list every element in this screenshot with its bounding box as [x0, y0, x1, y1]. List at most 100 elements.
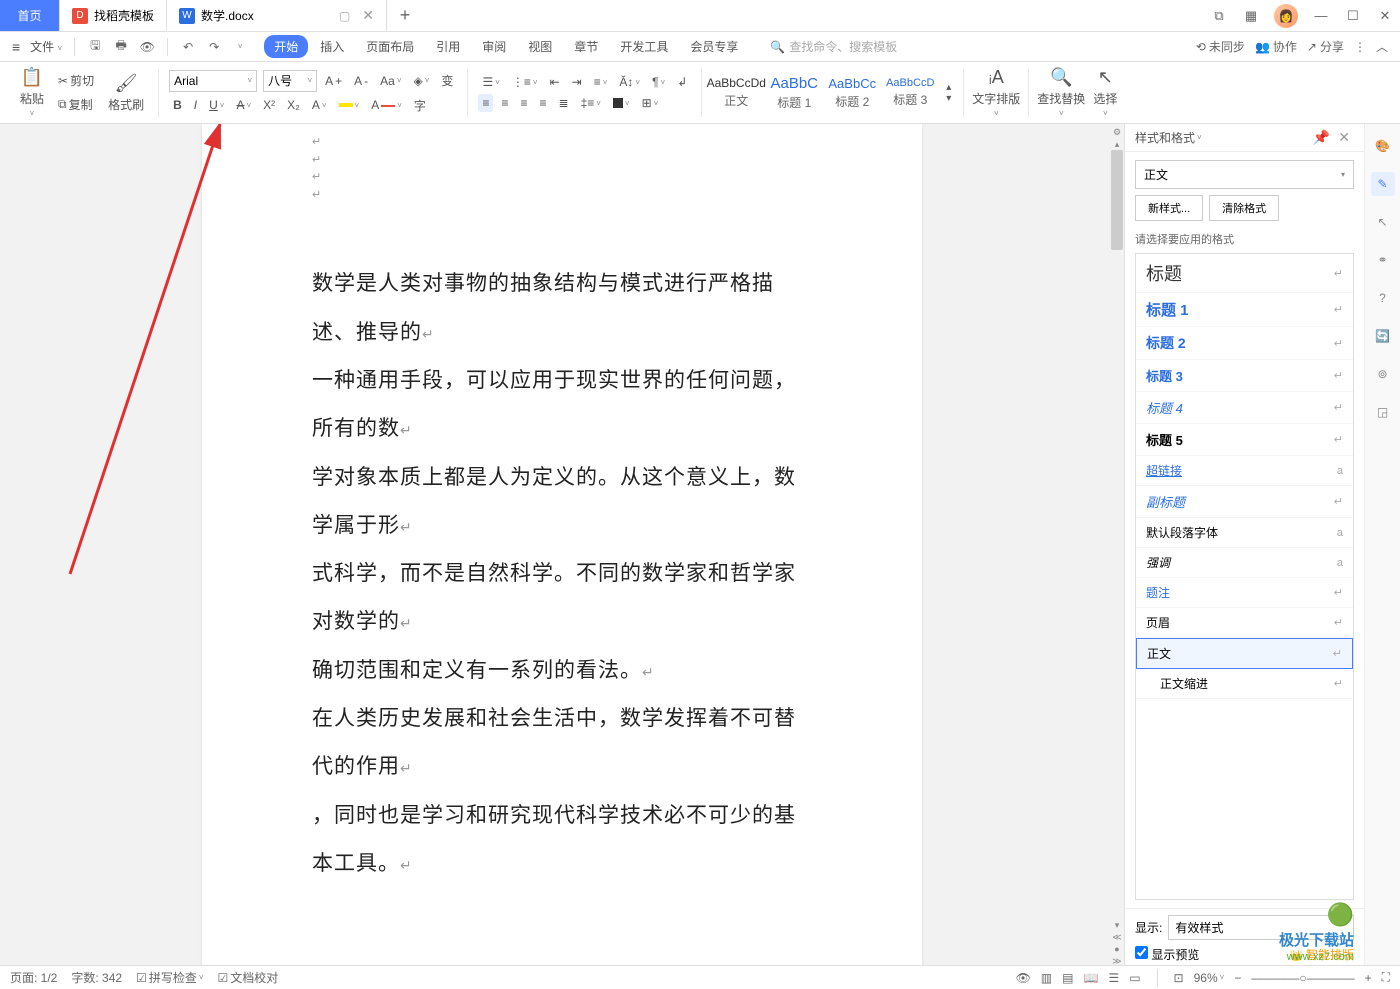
highlight-icon[interactable]: ˅: [335, 99, 364, 112]
ribbon-tab-review[interactable]: 审阅: [472, 35, 516, 58]
current-style-select[interactable]: 正文▾: [1135, 160, 1354, 189]
page-width-icon[interactable]: ⊡: [1174, 971, 1184, 985]
scroll-down-icon[interactable]: ▾: [1111, 919, 1123, 931]
strike-icon[interactable]: A˅: [232, 96, 255, 114]
style-list-item[interactable]: 标题 4↵: [1136, 392, 1353, 424]
clear-format-icon[interactable]: ◈˅: [410, 72, 434, 90]
reading-mode-icon[interactable]: ▥: [1041, 971, 1052, 985]
rail-assets-icon[interactable]: ◲: [1371, 400, 1395, 424]
ribbon-tab-layout[interactable]: 页面布局: [356, 35, 424, 58]
style-list-item[interactable]: 题注↵: [1136, 578, 1353, 608]
ribbon-tab-view[interactable]: 视图: [518, 35, 562, 58]
underline-icon[interactable]: U˅: [205, 96, 228, 114]
undo-icon[interactable]: ↶: [176, 36, 200, 58]
paste-button[interactable]: 📋粘贴˅: [16, 67, 48, 118]
style-list-item[interactable]: 正文缩进↵: [1136, 669, 1353, 699]
select-button[interactable]: ↖选择˅: [1089, 67, 1121, 118]
collapse-ribbon-icon[interactable]: ︿: [1376, 38, 1388, 55]
style-h3[interactable]: AaBbCcD标题 3: [884, 71, 936, 115]
scroll-settings-icon[interactable]: ⚙: [1111, 126, 1123, 138]
tab-close-icon[interactable]: ✕: [362, 7, 374, 24]
avatar[interactable]: 👩: [1274, 4, 1298, 28]
rail-translate-icon[interactable]: 🔄: [1371, 324, 1395, 348]
eye-icon[interactable]: 👁: [1016, 971, 1031, 985]
outline-icon[interactable]: ☰: [1108, 971, 1119, 985]
tab-home[interactable]: 首页: [0, 0, 60, 31]
scroll-thumb[interactable]: [1111, 150, 1123, 250]
ribbon-tab-devtools[interactable]: 开发工具: [610, 35, 678, 58]
ribbon-tab-section[interactable]: 章节: [564, 35, 608, 58]
borders-icon[interactable]: ⊞˅: [638, 94, 663, 112]
minimize-button[interactable]: —: [1306, 2, 1336, 30]
style-list-item[interactable]: 副标题↵: [1136, 486, 1353, 518]
dec-indent-icon[interactable]: ⇤: [546, 73, 564, 91]
char-border-icon[interactable]: 字: [410, 95, 430, 116]
style-h1[interactable]: AaBbC标题 1: [768, 71, 820, 115]
bullets-icon[interactable]: ☰˅: [478, 73, 503, 91]
more-undo-icon[interactable]: ˅: [228, 36, 252, 58]
style-list-item[interactable]: 默认段落字体a: [1136, 518, 1353, 548]
pin-icon[interactable]: 📌: [1309, 129, 1334, 146]
style-list-item[interactable]: 超链接a: [1136, 456, 1353, 486]
subscript-icon[interactable]: X₂: [283, 96, 304, 114]
font-color-icon[interactable]: A˅: [367, 96, 406, 114]
italic-icon[interactable]: I: [190, 96, 201, 114]
style-list-item[interactable]: 强调a: [1136, 548, 1353, 578]
tab-templates[interactable]: D 找稻壳模板: [60, 0, 167, 31]
hamburger-icon[interactable]: ≡: [12, 39, 20, 55]
sort-icon[interactable]: Ă↕˅: [615, 73, 644, 91]
layout-icon[interactable]: ⧉: [1204, 2, 1234, 30]
cut-button[interactable]: ✂ 剪切: [54, 70, 98, 91]
draft-icon[interactable]: ▭: [1129, 971, 1140, 985]
distribute-icon[interactable]: ≣: [555, 94, 573, 112]
panel-close-icon[interactable]: ✕: [1334, 129, 1354, 146]
numbering-icon[interactable]: ⋮≡˅: [508, 73, 542, 91]
style-h2[interactable]: AaBbCc标题 2: [826, 71, 878, 115]
style-normal[interactable]: AaBbCcDd正文: [710, 71, 762, 115]
style-list-item[interactable]: 标题 3↵: [1136, 360, 1353, 392]
command-search[interactable]: 🔍 查找命令、搜索模板: [770, 38, 897, 55]
ribbon-tab-refs[interactable]: 引用: [426, 35, 470, 58]
phonetic-icon[interactable]: 变: [437, 70, 457, 91]
browse-object-icon[interactable]: ●: [1111, 943, 1123, 955]
spell-check[interactable]: ☑ 拼写检查 ˅: [136, 969, 203, 986]
style-list-item[interactable]: 正文↵: [1136, 638, 1353, 669]
zoom-slider[interactable]: ————○————: [1251, 971, 1354, 985]
tab-stop-icon[interactable]: ≡˅: [590, 73, 612, 91]
change-case-icon[interactable]: Aa˅: [376, 72, 405, 90]
shrink-font-icon[interactable]: A-: [350, 72, 372, 90]
web-layout-icon[interactable]: 📖: [1083, 971, 1098, 985]
collab-button[interactable]: 👥 协作: [1255, 38, 1297, 55]
line-spacing-icon[interactable]: ‡≡˅: [577, 94, 605, 112]
word-count[interactable]: 字数: 342: [71, 969, 122, 986]
style-list-item[interactable]: 标题 2↵: [1136, 327, 1353, 360]
prev-page-icon[interactable]: ≪: [1111, 931, 1123, 943]
font-size-select[interactable]: 八号˅: [263, 70, 317, 92]
style-list-item[interactable]: 标题↵: [1136, 254, 1353, 293]
rail-style-icon[interactable]: 🎨: [1371, 134, 1395, 158]
redo-icon[interactable]: ↷: [202, 36, 226, 58]
share-button[interactable]: ↗ 分享: [1307, 38, 1344, 55]
pilcrow-icon[interactable]: ¶˅: [648, 73, 669, 91]
style-list-item[interactable]: 标题 5↵: [1136, 424, 1353, 456]
new-tab-button[interactable]: +: [387, 0, 423, 31]
sync-status[interactable]: ⟲ 未同步: [1196, 38, 1245, 55]
ribbon-tab-vip[interactable]: 会员专享: [680, 35, 748, 58]
preview-checkbox[interactable]: 显示预览: [1135, 946, 1199, 963]
zoom-label[interactable]: 96% ˅: [1194, 971, 1225, 985]
ribbon-tab-insert[interactable]: 插入: [310, 35, 354, 58]
file-menu[interactable]: 文件 ˅: [26, 38, 66, 55]
tab-window-icon[interactable]: ▢: [339, 9, 350, 23]
grow-font-icon[interactable]: A+: [321, 72, 346, 90]
preview-icon[interactable]: 👁: [135, 36, 159, 58]
align-right-icon[interactable]: ≡: [516, 94, 531, 112]
tab-document[interactable]: W 数学.docx ▢ ✕: [167, 0, 387, 31]
show-marks-icon[interactable]: ↲: [673, 73, 691, 91]
rail-link-icon[interactable]: ⚭: [1371, 248, 1395, 272]
new-style-button[interactable]: 新样式...: [1135, 195, 1203, 221]
text-effects-icon[interactable]: A˅: [308, 96, 331, 114]
zoom-in-icon[interactable]: +: [1365, 971, 1372, 985]
scrollbar[interactable]: ⚙ ▴ ▾ ≪ ● ≫: [1110, 124, 1124, 969]
style-list-item[interactable]: 标题 1↵: [1136, 293, 1353, 327]
align-justify-icon[interactable]: ≡: [535, 94, 550, 112]
